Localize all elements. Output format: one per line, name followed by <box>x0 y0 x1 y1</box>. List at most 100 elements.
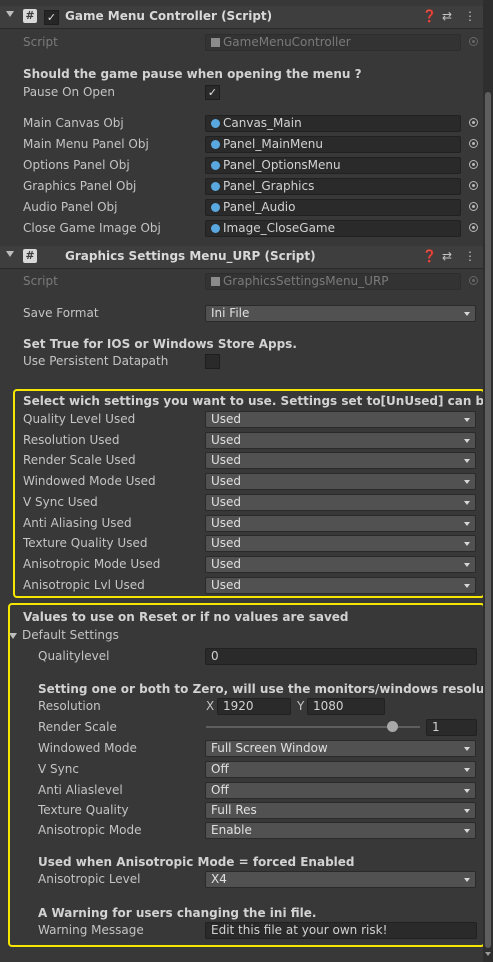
default-setting-label: Windowed Mode <box>38 741 137 755</box>
object-picker-icon[interactable] <box>469 139 478 148</box>
object-ref-field[interactable]: Panel_MainMenu <box>205 136 461 153</box>
object-ref-field[interactable]: Panel_Audio <box>205 199 461 216</box>
inspector-scrollbar[interactable] <box>483 0 493 962</box>
object-ref-row: Main Canvas Obj Canvas_Main <box>0 113 483 134</box>
resolution-y-input[interactable]: 1080 <box>307 698 385 715</box>
object-ref-row: Options Panel Obj Panel_OptionsMenu <box>0 155 483 176</box>
more-menu-icon[interactable]: ⋮ <box>464 249 476 263</box>
used-setting-label: Anti Aliasing Used <box>23 515 132 530</box>
used-setting-value: Used <box>211 577 242 592</box>
persistent-datapath-checkbox[interactable] <box>205 354 220 369</box>
used-setting-dropdown[interactable]: Used <box>205 473 476 491</box>
used-heading-text: Select wich settings you want to use. Se… <box>23 394 483 408</box>
default-setting-dropdown[interactable]: Enable <box>205 822 476 839</box>
used-setting-dropdown[interactable]: Used <box>205 431 476 449</box>
used-setting-label: V Sync Used <box>23 494 98 509</box>
default-setting-dropdown[interactable]: Full Res <box>205 802 476 819</box>
used-setting-row: Resolution Used Used <box>0 430 483 451</box>
object-ref-value: Canvas_Main <box>223 116 302 130</box>
render-scale-row: Render Scale 1 <box>0 717 483 738</box>
default-setting-dropdown[interactable]: Off <box>205 761 476 778</box>
preset-icon[interactable]: ⇄ <box>442 9 452 23</box>
script-value: GameMenuController <box>223 35 351 49</box>
used-setting-label: Windowed Mode Used <box>23 474 156 489</box>
scroll-down-arrow-icon[interactable] <box>485 952 491 956</box>
used-setting-dropdown[interactable]: Used <box>205 493 476 511</box>
persist-heading: Set True for IOS or Windows Store Apps. <box>23 337 297 351</box>
used-setting-dropdown[interactable]: Used <box>205 555 476 573</box>
more-menu-icon[interactable]: ⋮ <box>464 9 476 23</box>
dropdown-arrow-icon <box>464 562 470 567</box>
used-setting-row: V Sync Used Used <box>0 492 483 513</box>
save-format-value: Ini File <box>211 306 250 320</box>
warning-message-label: Warning Message <box>38 923 144 937</box>
used-setting-value: Used <box>211 494 242 509</box>
render-scale-slider-thumb[interactable] <box>387 721 399 732</box>
dropdown-arrow-icon <box>464 878 470 882</box>
object-ref-field[interactable]: Canvas_Main <box>205 115 461 132</box>
object-ref-value: Panel_Audio <box>223 200 296 214</box>
help-icon[interactable]: ❓ <box>422 9 437 23</box>
used-setting-value: Used <box>211 556 242 571</box>
used-setting-dropdown[interactable]: Used <box>205 535 476 553</box>
preset-icon[interactable]: ⇄ <box>442 249 452 263</box>
pause-on-open-checkbox[interactable]: ✓ <box>205 85 220 100</box>
pause-heading: Should the game pause when opening the m… <box>23 67 362 81</box>
default-settings-foldout[interactable]: Default Settings <box>0 625 483 646</box>
object-picker-icon[interactable] <box>469 160 478 169</box>
used-setting-row: Anisotropic Mode Used Used <box>0 554 483 575</box>
resolution-x-input[interactable]: 1920 <box>217 698 291 715</box>
object-ref-field[interactable]: Panel_OptionsMenu <box>205 157 461 174</box>
used-setting-value: Used <box>211 453 242 468</box>
used-setting-label: Quality Level Used <box>23 412 136 426</box>
object-picker-icon[interactable] <box>469 223 478 232</box>
game-menu-controller-header[interactable]: # ✓ Game Menu Controller (Script) ❓ ⇄ ⋮ <box>0 6 483 29</box>
object-picker-icon[interactable] <box>469 181 478 190</box>
used-setting-dropdown[interactable]: Used <box>205 514 476 532</box>
resolution-row: Resolution X 1920 Y 1080 <box>0 696 483 717</box>
used-setting-label: Anisotropic Mode Used <box>23 556 161 571</box>
foldout-arrow-icon[interactable] <box>9 633 17 639</box>
script-label: Script <box>23 35 58 49</box>
dropdown-arrow-icon <box>464 521 470 526</box>
default-setting-row: Anisotropic Mode Enable <box>0 820 483 841</box>
dropdown-arrow-icon <box>464 583 470 588</box>
render-scale-input[interactable]: 1 <box>426 719 477 736</box>
object-picker-icon[interactable] <box>469 118 478 127</box>
scrollbar-thumb[interactable] <box>485 92 491 948</box>
object-ref-row: Close Game Image Obj Image_CloseGame <box>0 218 483 239</box>
render-scale-label: Render Scale <box>38 720 117 734</box>
object-ref-field[interactable]: Image_CloseGame <box>205 220 461 237</box>
aniso-level-dropdown[interactable]: X4 <box>205 871 476 888</box>
used-setting-dropdown[interactable]: Used <box>205 576 476 594</box>
default-setting-dropdown[interactable]: Full Screen Window <box>205 740 476 757</box>
used-setting-value: Used <box>211 536 242 551</box>
object-ref-label: Audio Panel Obj <box>23 200 118 214</box>
graphics-settings-header[interactable]: # Graphics Settings Menu_URP (Script) ❓ … <box>0 246 483 269</box>
used-setting-dropdown[interactable]: Used <box>205 452 476 470</box>
default-setting-value: Off <box>211 783 229 797</box>
used-setting-dropdown[interactable]: Used <box>205 411 476 428</box>
object-ref-label: Main Menu Panel Obj <box>23 137 149 151</box>
help-icon[interactable]: ❓ <box>422 249 437 263</box>
used-setting-row: Anti Aliasing Used Used <box>0 513 483 534</box>
warning-message-input[interactable]: Edit this file at your own risk! <box>205 922 477 939</box>
default-setting-dropdown[interactable]: Off <box>205 782 476 799</box>
foldout-arrow-icon[interactable] <box>6 251 14 257</box>
object-ref-field[interactable]: Panel_Graphics <box>205 178 461 195</box>
pause-on-open-label: Pause On Open <box>23 85 116 99</box>
save-format-dropdown[interactable]: Ini File <box>205 305 476 322</box>
dropdown-arrow-icon <box>464 418 470 422</box>
warning-heading: A Warning for users changing the ini fil… <box>38 906 317 920</box>
dropdown-arrow-icon <box>464 809 470 813</box>
object-ref-row: Graphics Panel Obj Panel_Graphics <box>0 176 483 197</box>
foldout-arrow-icon[interactable] <box>6 11 14 17</box>
quality-level-label: Qualitylevel <box>38 649 110 663</box>
script-field: GraphicsSettingsMenu_URP <box>205 273 461 290</box>
dropdown-arrow-icon <box>464 789 470 793</box>
dropdown-arrow-icon <box>464 312 470 316</box>
component-enabled-checkbox[interactable]: ✓ <box>44 10 59 25</box>
quality-level-input[interactable]: 0 <box>205 648 477 665</box>
object-picker-icon[interactable] <box>469 202 478 211</box>
dropdown-arrow-icon <box>464 459 470 464</box>
